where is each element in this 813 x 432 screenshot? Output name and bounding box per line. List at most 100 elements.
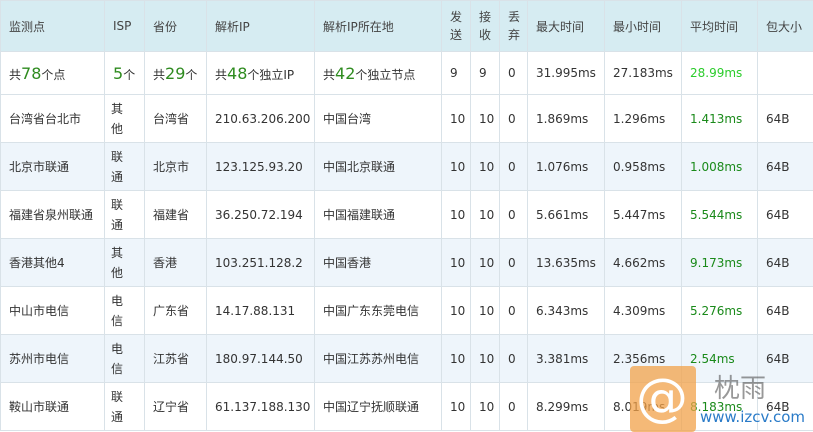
summary-min: 27.183ms bbox=[604, 51, 682, 95]
summary-isp: 5个 bbox=[104, 51, 145, 95]
row-recv: 10 bbox=[470, 142, 500, 191]
table-row: 苏州市电信电信江苏省 180.97.144.50 中国江苏苏州电信 10 10 0 3.38… bbox=[0, 334, 813, 383]
summary-nodes-num: 78 bbox=[21, 63, 42, 83]
col-province: 省份 bbox=[144, 0, 207, 52]
row-isp: 联通 bbox=[104, 382, 145, 431]
col-ip: 解析IP bbox=[206, 0, 315, 52]
col-lost: 丢弃 bbox=[499, 0, 528, 52]
row-max: 8.299ms bbox=[527, 382, 605, 431]
row-lost: 0 bbox=[499, 142, 528, 191]
row-isp-2: 通 bbox=[111, 217, 124, 232]
row-province: 香港 bbox=[144, 238, 207, 287]
row-size: 64B bbox=[757, 334, 813, 383]
row-province: 江苏省 bbox=[144, 334, 207, 383]
row-node: 苏州市电信 bbox=[0, 334, 105, 383]
row-node: 中山市电信 bbox=[0, 286, 105, 335]
row-avg: 5.544ms bbox=[681, 190, 758, 239]
row-isp-2: 他 bbox=[111, 265, 124, 280]
summary-recv: 9 bbox=[470, 51, 500, 95]
col-recv: 接收 bbox=[470, 0, 500, 52]
row-avg: 9.173ms bbox=[681, 238, 758, 287]
col-lost-1: 丢 bbox=[508, 10, 521, 24]
summary-size bbox=[757, 51, 813, 95]
row-isp-2: 信 bbox=[111, 313, 124, 328]
row-location: 中国福建联通 bbox=[314, 190, 442, 239]
col-sent: 发送 bbox=[441, 0, 471, 52]
row-node: 台湾省台北市 bbox=[0, 94, 105, 143]
row-isp-2: 通 bbox=[111, 409, 124, 424]
summary-isp-post: 个 bbox=[123, 67, 136, 82]
row-recv: 10 bbox=[470, 94, 500, 143]
row-sent: 10 bbox=[441, 142, 471, 191]
col-avg: 平均时间 bbox=[681, 0, 758, 52]
summary-loc-pre: 共 bbox=[323, 67, 336, 82]
row-recv: 10 bbox=[470, 286, 500, 335]
table-row: 鞍山市联通联通辽宁省 61.137.188.130 中国辽宁抚顺联通 10 10 0 8.2… bbox=[0, 382, 813, 431]
row-node: 北京市联通 bbox=[0, 142, 105, 191]
row-isp-2: 他 bbox=[111, 121, 124, 136]
row-isp: 联通 bbox=[104, 142, 145, 191]
row-node: 鞍山市联通 bbox=[0, 382, 105, 431]
summary-row: 共78个点 5个 共29个 共48个独立IP 共42个独立节点 9 9 0 31… bbox=[0, 51, 813, 95]
row-sent: 10 bbox=[441, 190, 471, 239]
row-isp-1: 其 bbox=[111, 101, 124, 116]
row-max: 3.381ms bbox=[527, 334, 605, 383]
table-row: 香港其他4 其他香港 103.251.128.2 中国香港 10 10 0 13.635ms 4… bbox=[0, 238, 813, 287]
summary-prov-pre: 共 bbox=[153, 67, 166, 82]
summary-ip-pre: 共 bbox=[215, 67, 228, 82]
row-sent: 10 bbox=[441, 334, 471, 383]
col-min: 最小时间 bbox=[604, 0, 682, 52]
row-province: 辽宁省 bbox=[144, 382, 207, 431]
row-location: 中国广东东莞电信 bbox=[314, 286, 442, 335]
col-size: 包大小 bbox=[757, 0, 813, 52]
row-ip: 61.137.188.130 bbox=[206, 382, 315, 431]
row-isp-2: 信 bbox=[111, 361, 124, 376]
summary-prov-num: 29 bbox=[165, 63, 186, 83]
row-location: 中国香港 bbox=[314, 238, 442, 287]
summary-ip-num: 48 bbox=[227, 63, 248, 83]
row-ip: 103.251.128.2 bbox=[206, 238, 315, 287]
row-size: 64B bbox=[757, 238, 813, 287]
row-lost: 0 bbox=[499, 286, 528, 335]
row-recv: 10 bbox=[470, 190, 500, 239]
summary-ip-post: 个独立IP bbox=[247, 67, 295, 82]
row-avg: 1.413ms bbox=[681, 94, 758, 143]
row-ip: 36.250.72.194 bbox=[206, 190, 315, 239]
summary-ip: 共48个独立IP bbox=[206, 51, 315, 95]
summary-loc-post: 个独立节点 bbox=[355, 67, 416, 82]
row-avg: 8.183ms bbox=[681, 382, 758, 431]
row-size: 64B bbox=[757, 94, 813, 143]
row-province: 台湾省 bbox=[144, 94, 207, 143]
row-sent: 10 bbox=[441, 94, 471, 143]
row-sent: 10 bbox=[441, 382, 471, 431]
col-recv-2: 收 bbox=[479, 28, 492, 42]
col-max: 最大时间 bbox=[527, 0, 605, 52]
summary-isp-num: 5 bbox=[113, 63, 124, 83]
col-lost-2: 弃 bbox=[508, 28, 521, 42]
row-lost: 0 bbox=[499, 238, 528, 287]
row-avg: 5.276ms bbox=[681, 286, 758, 335]
row-min: 0.958ms bbox=[604, 142, 682, 191]
col-recv-1: 接 bbox=[479, 10, 492, 24]
col-isp: ISP bbox=[104, 0, 145, 52]
row-max: 13.635ms bbox=[527, 238, 605, 287]
summary-nodes-pre: 共 bbox=[9, 67, 22, 82]
row-min: 2.356ms bbox=[604, 334, 682, 383]
row-lost: 0 bbox=[499, 334, 528, 383]
row-isp-1: 其 bbox=[111, 245, 124, 260]
row-location: 中国辽宁抚顺联通 bbox=[314, 382, 442, 431]
row-location: 中国北京联通 bbox=[314, 142, 442, 191]
row-isp: 联通 bbox=[104, 190, 145, 239]
row-min: 4.662ms bbox=[604, 238, 682, 287]
row-province: 福建省 bbox=[144, 190, 207, 239]
row-min: 5.447ms bbox=[604, 190, 682, 239]
summary-sent: 9 bbox=[441, 51, 471, 95]
row-min: 4.309ms bbox=[604, 286, 682, 335]
summary-lost: 0 bbox=[499, 51, 528, 95]
row-recv: 10 bbox=[470, 238, 500, 287]
row-max: 1.869ms bbox=[527, 94, 605, 143]
summary-nodes: 共78个点 bbox=[0, 51, 105, 95]
table-row: 台湾省台北市其他台湾省 210.63.206.200 中国台湾 10 10 0 1.869m… bbox=[0, 94, 813, 143]
row-lost: 0 bbox=[499, 94, 528, 143]
col-node: 监测点 bbox=[0, 0, 105, 52]
